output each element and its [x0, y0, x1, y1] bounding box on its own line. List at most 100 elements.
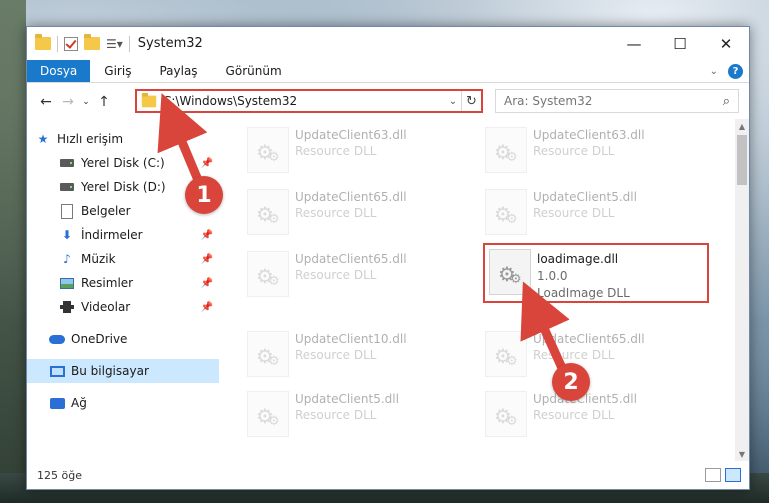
sidebar-item-this-pc[interactable]: Bu bilgisayar [27, 359, 219, 383]
dll-file-icon [485, 331, 527, 377]
file-description: Resource DLL [533, 348, 615, 362]
help-icon[interactable]: ? [728, 63, 743, 79]
onedrive-icon [49, 331, 65, 347]
file-tile[interactable]: UpdateClient5.dll Resource DLL [485, 389, 715, 441]
folder-icon [141, 92, 157, 107]
sidebar-item-label: Ağ [71, 396, 87, 410]
file-list: UpdateClient63.dll Resource DLL UpdateCl… [219, 119, 739, 461]
tiles-view-icon[interactable] [725, 468, 741, 482]
dll-file-icon [247, 127, 289, 173]
customize-toolbar-icon[interactable]: ☰▾ [106, 37, 123, 51]
sidebar-item-pictures[interactable]: Resimler 📌 [27, 271, 219, 295]
file-name: UpdateClient65.dll [295, 252, 407, 266]
file-tile-loadimage-dll[interactable]: loadimage.dll 1.0.0 LoadImage DLL [483, 243, 709, 303]
dll-file-icon [247, 251, 289, 297]
pin-icon[interactable]: 📌 [201, 230, 213, 241]
dll-file-icon [485, 391, 527, 437]
pin-icon[interactable]: 📌 [201, 302, 213, 313]
expand-ribbon-icon[interactable]: ⌄ [710, 66, 718, 77]
file-description: Resource DLL [295, 144, 377, 158]
new-folder-icon[interactable] [84, 34, 100, 50]
computer-icon [49, 363, 65, 379]
file-explorer-window: ☰▾ System32 — ☐ ✕ Dosya Giriş Paylaş Gör… [26, 26, 750, 490]
file-tile[interactable]: UpdateClient63.dll Resource DLL [485, 125, 715, 177]
tab-view[interactable]: Görünüm [212, 60, 296, 82]
dll-file-icon [485, 189, 527, 235]
close-button[interactable]: ✕ [703, 27, 749, 60]
dll-file-icon [247, 331, 289, 377]
tab-home[interactable]: Giriş [90, 60, 145, 82]
sidebar-item-downloads[interactable]: ⬇ İndirmeler 📌 [27, 223, 219, 247]
scroll-up-icon[interactable]: ▲ [735, 119, 749, 133]
pin-icon[interactable]: 📌 [201, 278, 213, 289]
file-tile[interactable]: UpdateClient5.dll Resource DLL [247, 389, 477, 441]
tab-share[interactable]: Paylaş [145, 60, 211, 82]
forward-arrow-icon[interactable]: → [57, 91, 79, 113]
search-input[interactable] [504, 94, 723, 108]
address-path[interactable]: C:\Windows\System32 [163, 94, 445, 108]
sidebar-item-videos[interactable]: Videolar 📌 [27, 295, 219, 319]
ribbon-right: ⌄ ? [710, 60, 749, 82]
file-tile[interactable]: UpdateClient65.dll Resource DLL [485, 329, 715, 381]
title-bar: ☰▾ System32 — ☐ ✕ [27, 27, 749, 60]
sidebar-item-label: Bu bilgisayar [71, 364, 149, 378]
back-arrow-icon[interactable]: ← [35, 91, 57, 113]
sidebar-item-music[interactable]: ♪ Müzik 📌 [27, 247, 219, 271]
up-arrow-icon[interactable]: ↑ [93, 91, 115, 113]
maximize-button[interactable]: ☐ [657, 27, 703, 60]
vertical-scrollbar[interactable]: ▲ ▼ [735, 119, 749, 461]
sidebar-item-network[interactable]: Ağ [27, 391, 219, 415]
file-description: Resource DLL [533, 144, 615, 158]
navigation-pane: ★ Hızlı erişim Yerel Disk (C:) 📌 Yerel D… [27, 123, 219, 463]
properties-icon[interactable] [64, 36, 78, 51]
pictures-icon [59, 275, 75, 291]
sidebar-item-quick-access[interactable]: ★ Hızlı erişim [27, 127, 219, 151]
file-tile[interactable]: UpdateClient65.dll Resource DLL [247, 187, 477, 239]
videos-icon [59, 299, 75, 315]
sidebar-item-onedrive[interactable]: OneDrive [27, 327, 219, 351]
file-tile[interactable]: UpdateClient63.dll Resource DLL [247, 125, 477, 177]
tab-file[interactable]: Dosya [27, 60, 91, 82]
scroll-down-icon[interactable]: ▼ [735, 447, 749, 461]
quick-access-toolbar: ☰▾ [27, 34, 130, 52]
window-controls: — ☐ ✕ [611, 27, 749, 60]
sidebar-item-label: Hızlı erişim [57, 132, 124, 146]
recent-locations-chevron-icon[interactable]: ⌄ [79, 91, 93, 113]
dll-file-icon [489, 249, 531, 295]
file-description: Resource DLL [295, 268, 377, 282]
sidebar-item-local-disk-c[interactable]: Yerel Disk (C:) 📌 [27, 151, 219, 175]
sidebar-item-label: Yerel Disk (D:) [81, 180, 166, 194]
minimize-button[interactable]: — [611, 27, 657, 60]
music-icon: ♪ [63, 252, 71, 266]
search-box[interactable]: ⌕ [495, 89, 739, 113]
status-bar: 125 öğe [27, 461, 749, 489]
file-tile[interactable]: UpdateClient10.dll Resource DLL [247, 329, 477, 381]
file-name: UpdateClient10.dll [295, 332, 407, 346]
scroll-thumb[interactable] [737, 135, 747, 185]
sidebar-item-label: Belgeler [81, 204, 131, 218]
sidebar-item-label: Resimler [81, 276, 134, 290]
pin-icon[interactable]: 📌 [201, 158, 213, 169]
address-bar[interactable]: C:\Windows\System32 ⌄ ↻ [135, 89, 483, 113]
address-dropdown-icon[interactable]: ⌄ [445, 96, 461, 107]
refresh-icon[interactable]: ↻ [461, 91, 481, 111]
details-view-icon[interactable] [705, 468, 721, 482]
file-name: UpdateClient5.dll [295, 392, 399, 406]
search-icon[interactable]: ⌕ [723, 94, 730, 109]
sidebar-item-label: Yerel Disk (C:) [81, 156, 165, 170]
sidebar-item-label: Videolar [81, 300, 131, 314]
file-name: UpdateClient63.dll [533, 128, 645, 142]
file-name: UpdateClient63.dll [295, 128, 407, 142]
file-tile[interactable]: UpdateClient5.dll Resource DLL [485, 187, 715, 239]
folder-icon [35, 34, 51, 50]
network-icon [49, 395, 65, 411]
file-name: UpdateClient5.dll [533, 190, 637, 204]
sidebar-item-label: Müzik [81, 252, 116, 266]
separator [128, 35, 130, 52]
file-name: UpdateClient65.dll [295, 190, 407, 204]
navigation-bar: ← → ⌄ ↑ C:\Windows\System32 ⌄ ↻ ⌕ [27, 85, 749, 119]
dll-file-icon [247, 391, 289, 437]
item-count: 125 öğe [37, 468, 82, 482]
file-tile[interactable]: UpdateClient65.dll Resource DLL [247, 249, 477, 301]
pin-icon[interactable]: 📌 [201, 254, 213, 265]
